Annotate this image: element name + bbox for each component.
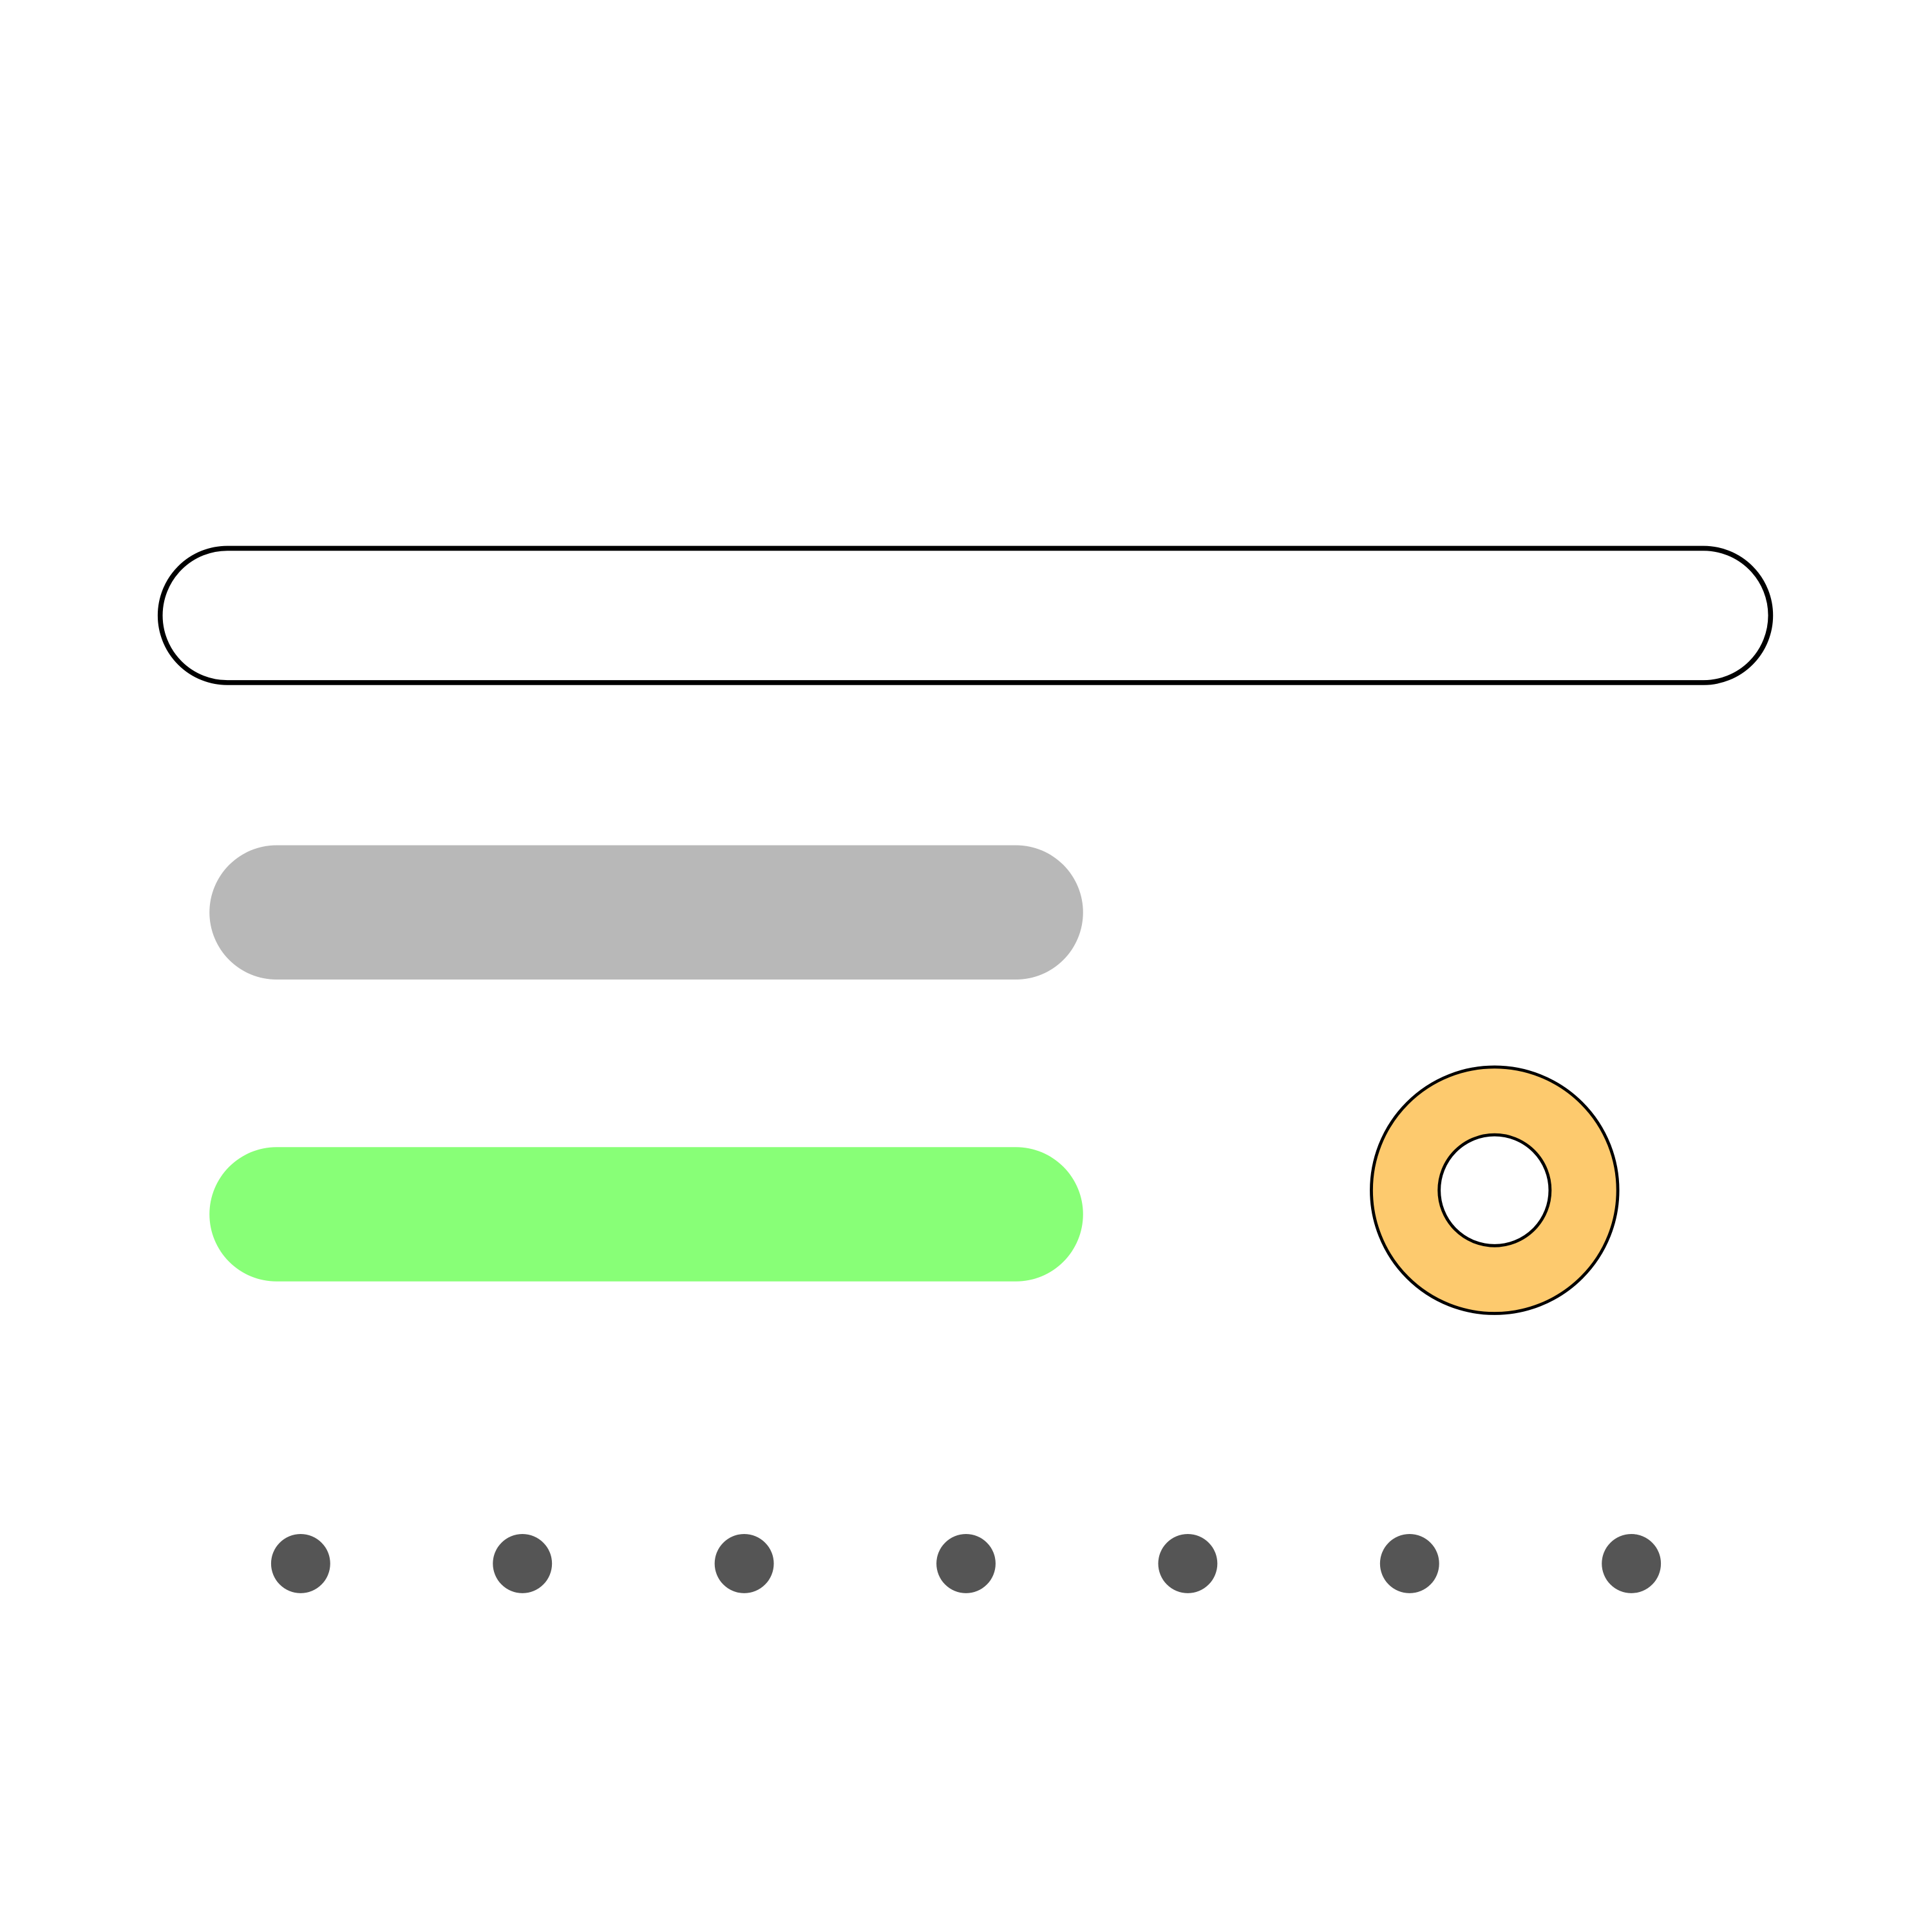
dot <box>714 1534 774 1593</box>
dot <box>1158 1534 1218 1593</box>
dot <box>1379 1534 1439 1593</box>
dot <box>493 1534 553 1593</box>
ring-hole <box>1437 1133 1552 1247</box>
dot <box>1602 1534 1662 1593</box>
outlined-pill-bar <box>157 545 1774 685</box>
dot <box>270 1534 330 1593</box>
gray-pill-bar <box>209 845 1083 980</box>
illustration-canvas <box>0 0 1932 1932</box>
green-pill-bar <box>209 1147 1083 1282</box>
dot <box>936 1534 996 1593</box>
